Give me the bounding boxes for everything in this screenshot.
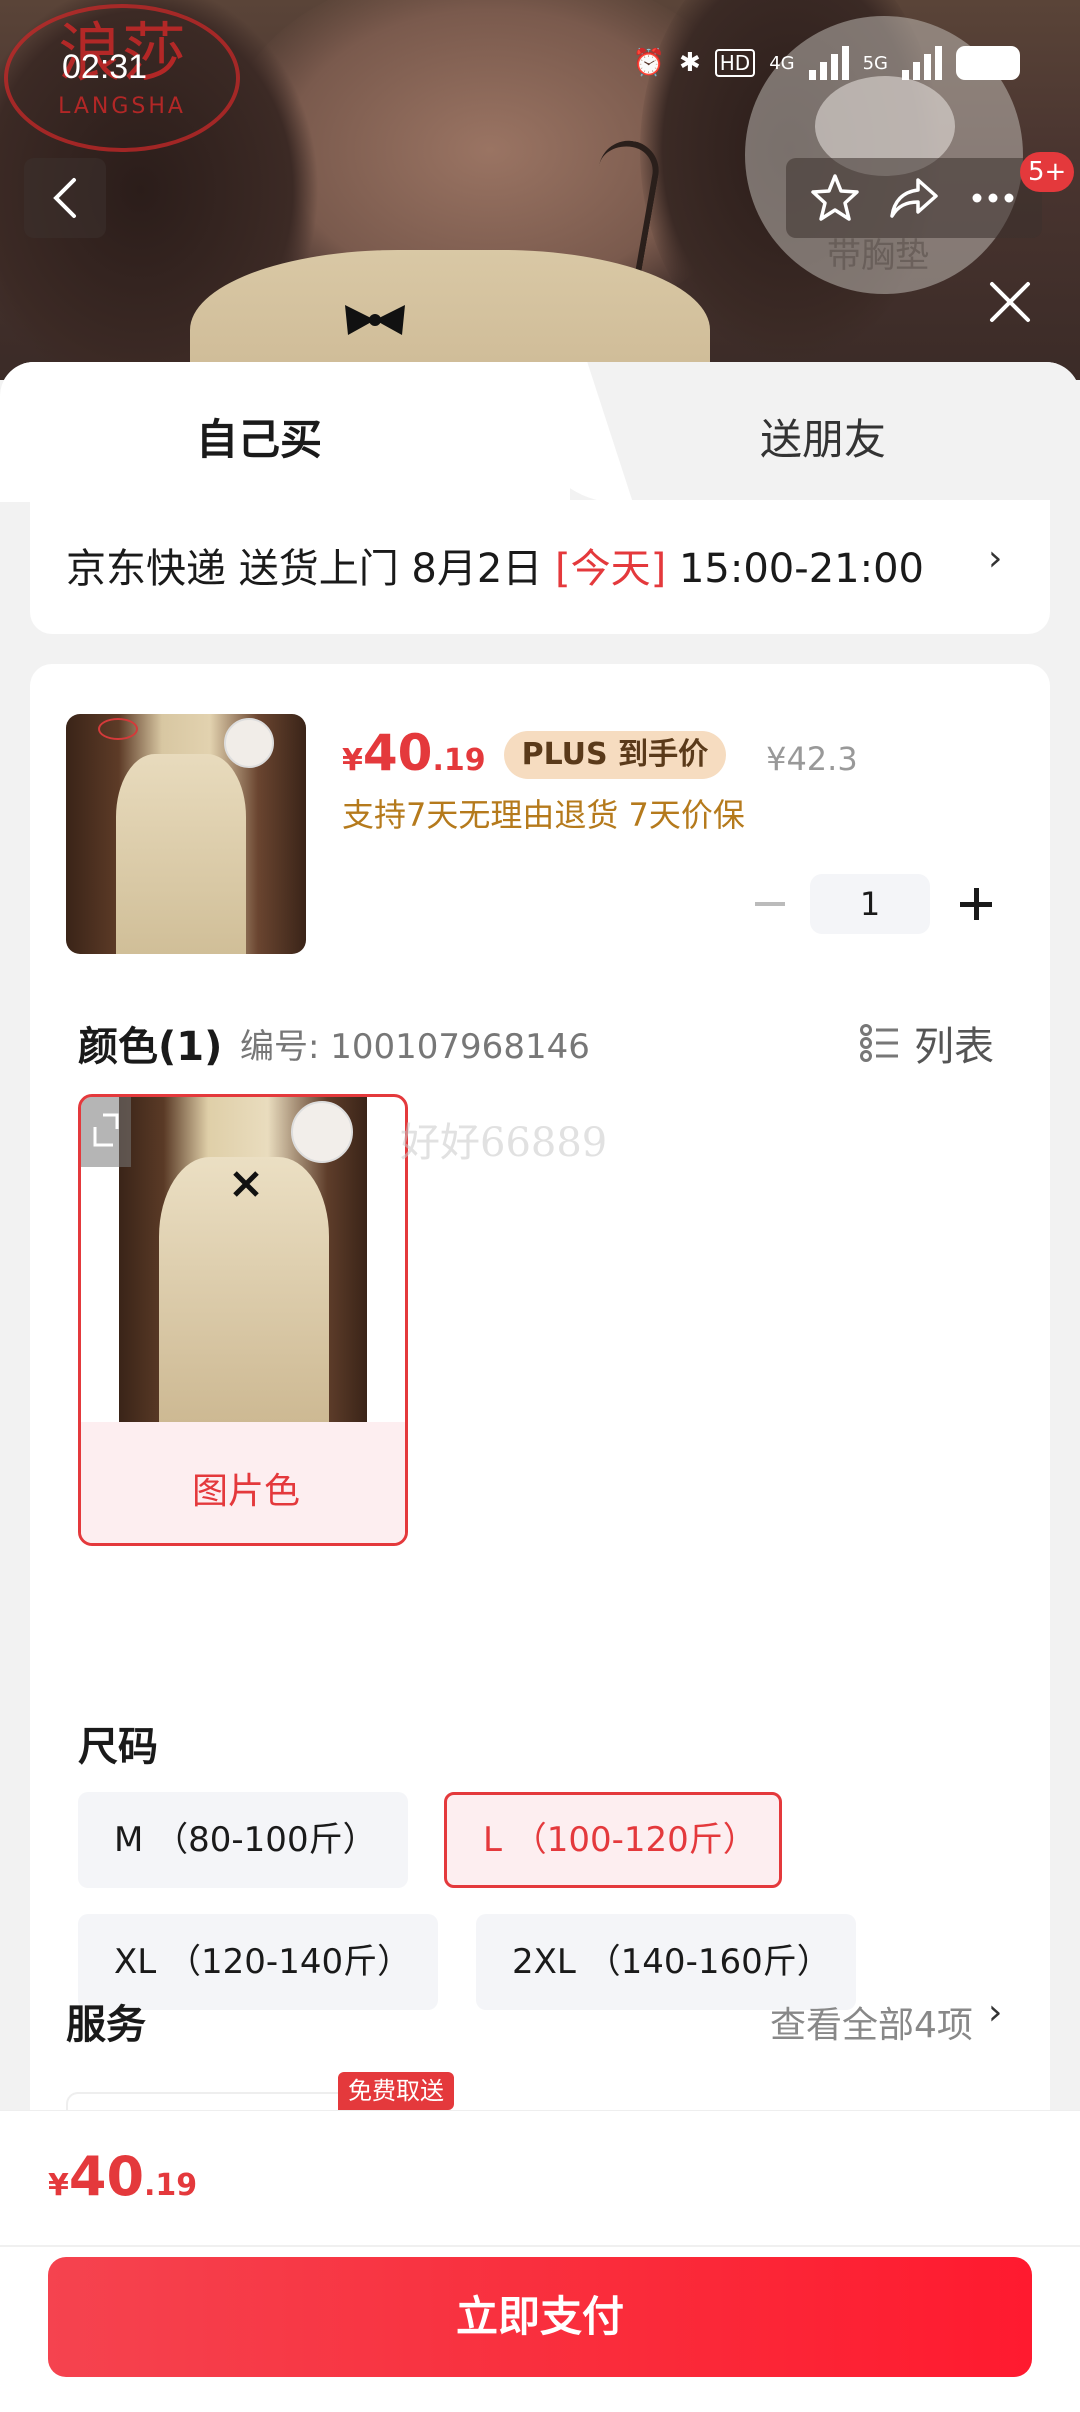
price-row: ¥40.19 PLUS 到手价 ¥42.3 — [342, 724, 858, 785]
back-button[interactable] — [24, 158, 106, 238]
delivery-today: [今天] — [555, 546, 667, 592]
quantity-input[interactable]: 1 — [810, 874, 930, 934]
total-price: ¥40.19 — [48, 2145, 198, 2208]
close-icon[interactable] — [980, 272, 1040, 332]
pay-now-button[interactable]: 立即支付 — [48, 2257, 1032, 2377]
list-view-toggle[interactable]: 列表 — [860, 1014, 994, 1072]
color-option-image — [119, 1097, 367, 1422]
original-price: ¥42.3 — [766, 740, 858, 778]
star-icon[interactable] — [809, 172, 861, 224]
purchase-sheet: 自己买 送朋友 京东快递 送货上门 8月2日 [今天] 15:00-21:00 … — [0, 362, 1080, 2412]
purchase-tabs: 自己买 送朋友 — [0, 362, 1080, 502]
status-bar: 02:31 ⏰ ✱ HD 4G 5G 72 — [0, 0, 1080, 140]
list-label: 列表 — [914, 1024, 994, 1070]
quantity-stepper: 1 — [730, 874, 1020, 934]
size-section-title: 尺码 — [78, 1724, 158, 1770]
size-option-l[interactable]: L （100-120斤） — [444, 1792, 782, 1888]
delivery-info-row[interactable]: 京东快递 送货上门 8月2日 [今天] 15:00-21:00 › — [30, 500, 1050, 634]
chevron-left-icon — [53, 178, 76, 218]
increase-quantity-button[interactable] — [930, 874, 1020, 934]
battery-icon: 72 — [956, 46, 1020, 80]
signal-4g-icon — [808, 46, 849, 80]
checkout-bar: ¥40.19 立即支付 — [0, 2110, 1080, 2412]
zoom-icon[interactable] — [81, 1097, 131, 1167]
return-policy-text: 支持7天无理由退货 7天价保 — [342, 796, 745, 834]
size-option-m[interactable]: M （80-100斤） — [78, 1792, 408, 1888]
header-action-group — [786, 158, 1042, 238]
hd-icon: HD — [714, 49, 756, 77]
alarm-icon: ⏰ — [632, 48, 665, 78]
color-section-title: 颜色(1) — [78, 1024, 223, 1070]
faint-watermark-text: 好好66889 — [400, 1120, 608, 1166]
tab-buy-for-self[interactable]: 自己买 — [196, 406, 322, 467]
bluetooth-icon: ✱ — [678, 48, 701, 78]
color-option-label: 图片色 — [191, 1471, 300, 1512]
message-count-badge: 5+ — [1020, 152, 1075, 192]
network-4g-label: 4G — [769, 52, 795, 74]
minus-icon — [755, 902, 785, 906]
decrease-quantity-button[interactable] — [730, 874, 810, 934]
status-time: 02:31 — [62, 48, 148, 86]
share-icon[interactable] — [888, 172, 940, 224]
service-section-title: 服务 — [66, 2002, 146, 2048]
product-thumbnail[interactable] — [66, 714, 306, 954]
product-price: ¥40.19 — [342, 724, 486, 782]
view-all-label: 查看全部4项 — [770, 2005, 973, 2046]
network-5g-label: 5G — [862, 52, 888, 74]
signal-5g-icon — [902, 46, 942, 80]
more-icon[interactable] — [967, 172, 1019, 224]
delivery-text: 京东快递 送货上门 8月2日 [今天] 15:00-21:00 — [66, 546, 924, 592]
chevron-right-icon: › — [988, 538, 1003, 579]
plus-price-badge: PLUS 到手价 — [503, 731, 727, 779]
sku-code: 编号: 100107968146 — [240, 1027, 590, 1067]
tab-gift-to-friend[interactable]: 送朋友 — [760, 406, 886, 467]
free-pickup-tag: 免费取送 — [338, 2072, 454, 2110]
chevron-right-icon: › — [988, 1992, 1003, 2033]
list-icon — [860, 1024, 898, 1062]
color-option-picture[interactable]: 图片色 — [78, 1094, 408, 1546]
